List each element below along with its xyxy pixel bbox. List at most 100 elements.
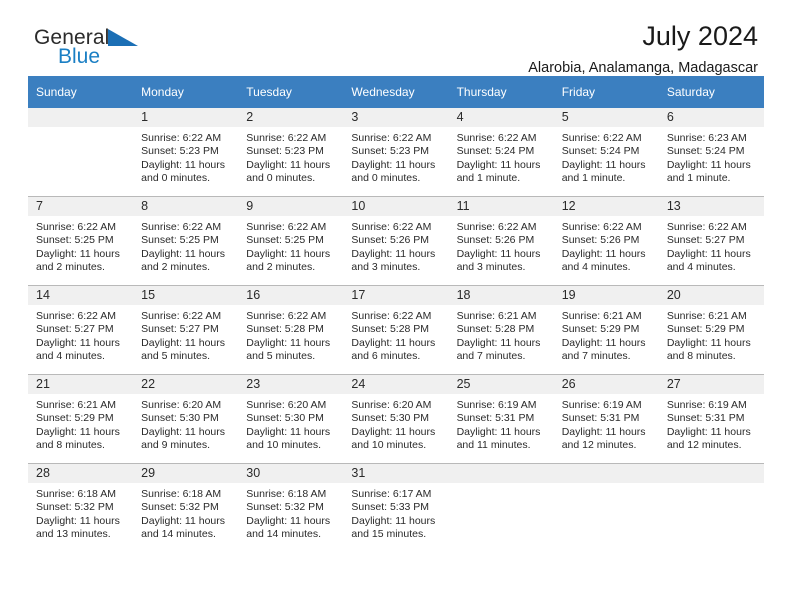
calendar-day-cell[interactable]: 24 Sunrise: 6:20 AM Sunset: 5:30 PM Dayligh…: [343, 374, 449, 464]
calendar-day-cell[interactable]: 19 Sunrise: 6:21 AM Sunset: 5:29 PM Dayligh…: [553, 285, 659, 375]
calendar-day-cell[interactable]: 27 Sunrise: 6:19 AM Sunset: 5:31 PM Dayligh…: [658, 374, 764, 464]
day-number: 17: [343, 286, 449, 305]
day-details: Sunrise: 6:19 AM Sunset: 5:31 PM Daylight:…: [449, 394, 554, 452]
calendar-day-cell[interactable]: 20 Sunrise: 6:21 AM Sunset: 5:29 PM Dayligh…: [658, 285, 764, 375]
calendar-day-cell[interactable]: 29 Sunrise: 6:18 AM Sunset: 5:32 PM Dayligh…: [133, 463, 239, 552]
calendar-day-cell[interactable]: 23 Sunrise: 6:20 AM Sunset: 5:30 PM Dayligh…: [238, 374, 344, 464]
day-number: [553, 464, 659, 483]
calendar-day-cell[interactable]: 22 Sunrise: 6:20 AM Sunset: 5:30 PM Dayligh…: [133, 374, 239, 464]
calendar-day-cell[interactable]: 17 Sunrise: 6:22 AM Sunset: 5:28 PM Dayligh…: [343, 285, 449, 375]
calendar-day-cell[interactable]: 8 Sunrise: 6:22 AM Sunset: 5:25 PM Daylight…: [133, 196, 239, 286]
calendar-day-cell[interactable]: [553, 463, 659, 552]
day-number: 7: [28, 197, 134, 216]
day-details: Sunrise: 6:20 AM Sunset: 5:30 PM Daylight:…: [133, 394, 238, 452]
calendar-day-cell[interactable]: 11 Sunrise: 6:22 AM Sunset: 5:26 PM Dayligh…: [448, 196, 554, 286]
day-number: 15: [133, 286, 239, 305]
calendar-day-cell[interactable]: 10 Sunrise: 6:22 AM Sunset: 5:26 PM Dayligh…: [343, 196, 449, 286]
day-number: [658, 464, 764, 483]
calendar-body: 1 Sunrise: 6:22 AM Sunset: 5:23 PM Daylight…: [28, 108, 764, 552]
sunrise-text: Sunrise: 6:22 AM: [456, 132, 537, 144]
sunset-text: Sunset: 5:28 PM: [246, 323, 324, 336]
calendar-day-cell[interactable]: 9 Sunrise: 6:22 AM Sunset: 5:25 PM Daylight…: [238, 196, 344, 286]
daylight-text-line1: Daylight: 11 hours: [141, 336, 225, 349]
day-number: 5: [553, 108, 659, 127]
page-title: July 2024: [642, 21, 758, 51]
calendar-day-cell[interactable]: 30 Sunrise: 6:18 AM Sunset: 5:32 PM Dayligh…: [238, 463, 344, 552]
sunset-text: Sunset: 5:23 PM: [141, 145, 219, 158]
sunset-text: Sunset: 5:24 PM: [456, 145, 535, 158]
day-details: Sunrise: 6:20 AM Sunset: 5:30 PM Daylight:…: [238, 394, 343, 452]
day-details: Sunrise: 6:18 AM Sunset: 5:32 PM Daylight:…: [133, 483, 238, 541]
weekday-header-saturday: Saturday: [658, 76, 764, 108]
daylight-text-line2: and 1 minute.: [666, 171, 731, 184]
calendar-day-cell[interactable]: 1 Sunrise: 6:22 AM Sunset: 5:23 PM Daylight…: [133, 108, 239, 197]
sunrise-text: Sunrise: 6:19 AM: [561, 399, 642, 411]
calendar-day-cell[interactable]: 16 Sunrise: 6:22 AM Sunset: 5:28 PM Dayligh…: [238, 285, 344, 375]
weekday-header-sunday: Sunday: [28, 76, 134, 108]
calendar-day-cell[interactable]: [28, 108, 134, 197]
day-details: Sunrise: 6:22 AM Sunset: 5:25 PM Daylight:…: [28, 216, 133, 274]
sunrise-text: Sunrise: 6:22 AM: [246, 221, 327, 233]
calendar-day-cell[interactable]: 4 Sunrise: 6:22 AM Sunset: 5:24 PM Daylight…: [448, 108, 554, 197]
calendar-week-row: 28 Sunrise: 6:18 AM Sunset: 5:32 PM Dayligh…: [28, 463, 764, 552]
daylight-text-line2: and 7 minutes.: [456, 349, 526, 362]
day-details: Sunrise: 6:22 AM Sunset: 5:23 PM Daylight:…: [238, 127, 343, 185]
daylight-text-line2: and 1 minute.: [456, 171, 521, 184]
daylight-text-line1: Daylight: 11 hours: [666, 425, 751, 438]
sunset-text: Sunset: 5:23 PM: [351, 145, 430, 158]
calendar-grid: Sunday Monday Tuesday Wednesday Thursday…: [28, 76, 764, 552]
daylight-text-line2: and 12 minutes.: [561, 438, 637, 451]
calendar-day-cell[interactable]: 7 Sunrise: 6:22 AM Sunset: 5:25 PM Daylight…: [28, 196, 134, 286]
page-header: General Blue July 2024 Alarobia, Analama…: [28, 0, 764, 77]
daylight-text-line2: and 4 minutes.: [561, 260, 631, 273]
day-number: 4: [448, 108, 554, 127]
sunrise-text: Sunrise: 6:19 AM: [456, 399, 537, 411]
sunrise-text: Sunrise: 6:20 AM: [141, 399, 222, 411]
daylight-text-line2: and 10 minutes.: [246, 438, 321, 451]
calendar-day-cell[interactable]: 18 Sunrise: 6:21 AM Sunset: 5:28 PM Dayligh…: [448, 285, 554, 375]
day-details: Sunrise: 6:22 AM Sunset: 5:27 PM Daylight:…: [28, 305, 133, 363]
daylight-text-line1: Daylight: 11 hours: [351, 158, 436, 171]
calendar-day-cell[interactable]: 25 Sunrise: 6:19 AM Sunset: 5:31 PM Dayligh…: [448, 374, 554, 464]
weekday-header-friday: Friday: [553, 76, 659, 108]
day-number: 1: [133, 108, 239, 127]
calendar-day-cell[interactable]: 12 Sunrise: 6:22 AM Sunset: 5:26 PM Dayligh…: [553, 196, 659, 286]
sunset-text: Sunset: 5:27 PM: [141, 323, 219, 336]
daylight-text-line1: Daylight: 11 hours: [456, 425, 541, 438]
day-details: Sunrise: 6:21 AM Sunset: 5:29 PM Daylight:…: [554, 305, 659, 363]
calendar-day-cell[interactable]: 6 Sunrise: 6:23 AM Sunset: 5:24 PM Daylight…: [658, 108, 764, 197]
day-number: 6: [658, 108, 764, 127]
calendar-day-cell[interactable]: 13 Sunrise: 6:22 AM Sunset: 5:27 PM Dayligh…: [658, 196, 764, 286]
sunset-text: Sunset: 5:32 PM: [141, 501, 219, 514]
daylight-text-line1: Daylight: 11 hours: [351, 514, 436, 527]
daylight-text-line2: and 2 minutes.: [141, 260, 211, 273]
daylight-text-line1: Daylight: 11 hours: [561, 247, 646, 260]
day-number: 27: [658, 375, 764, 394]
calendar-day-cell[interactable]: 28 Sunrise: 6:18 AM Sunset: 5:32 PM Dayligh…: [28, 463, 134, 552]
daylight-text-line1: Daylight: 11 hours: [561, 158, 646, 171]
day-number: 22: [133, 375, 239, 394]
daylight-text-line2: and 10 minutes.: [351, 438, 427, 451]
day-number: [448, 464, 554, 483]
sunset-text: Sunset: 5:27 PM: [666, 234, 745, 247]
sunrise-text: Sunrise: 6:21 AM: [456, 310, 537, 322]
sunrise-text: Sunrise: 6:17 AM: [351, 488, 432, 500]
general-blue-logo[interactable]: General Blue: [34, 26, 154, 72]
day-details: Sunrise: 6:18 AM Sunset: 5:32 PM Daylight:…: [238, 483, 343, 541]
calendar-day-cell[interactable]: [448, 463, 554, 552]
sunrise-text: Sunrise: 6:20 AM: [351, 399, 432, 411]
calendar-day-cell[interactable]: 2 Sunrise: 6:22 AM Sunset: 5:23 PM Daylight…: [238, 108, 344, 197]
sunrise-text: Sunrise: 6:20 AM: [246, 399, 327, 411]
calendar-day-cell[interactable]: 3 Sunrise: 6:22 AM Sunset: 5:23 PM Daylight…: [343, 108, 449, 197]
daylight-text-line1: Daylight: 11 hours: [141, 514, 225, 527]
calendar-day-cell[interactable]: [658, 463, 764, 552]
calendar-day-cell[interactable]: 26 Sunrise: 6:19 AM Sunset: 5:31 PM Dayligh…: [553, 374, 659, 464]
calendar-day-cell[interactable]: 5 Sunrise: 6:22 AM Sunset: 5:24 PM Daylight…: [553, 108, 659, 197]
calendar-day-cell[interactable]: 14 Sunrise: 6:22 AM Sunset: 5:27 PM Dayligh…: [28, 285, 134, 375]
sunset-text: Sunset: 5:31 PM: [666, 412, 745, 425]
sunset-text: Sunset: 5:29 PM: [36, 412, 114, 425]
calendar-day-cell[interactable]: 21 Sunrise: 6:21 AM Sunset: 5:29 PM Dayligh…: [28, 374, 134, 464]
calendar-day-cell[interactable]: 15 Sunrise: 6:22 AM Sunset: 5:27 PM Dayligh…: [133, 285, 239, 375]
calendar-day-cell[interactable]: 31 Sunrise: 6:17 AM Sunset: 5:33 PM Dayligh…: [343, 463, 449, 552]
day-number: 20: [658, 286, 764, 305]
